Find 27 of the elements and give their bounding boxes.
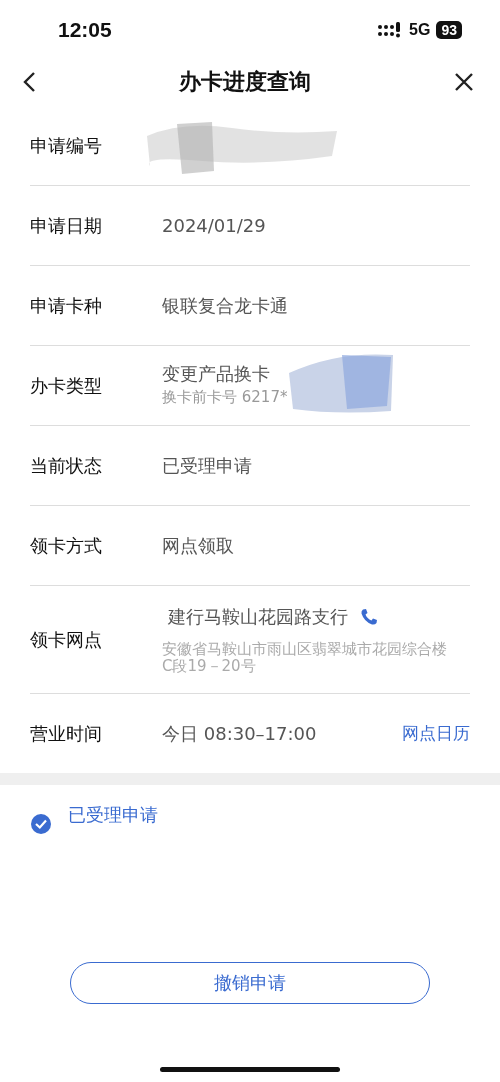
field-label: 申请卡种: [30, 293, 103, 318]
field-label: 领卡网点: [30, 627, 103, 652]
field-value: 今日 08:30–17:00: [162, 721, 317, 746]
status-time: 12:05: [58, 18, 112, 42]
branch-name: 建行马鞍山花园路支行: [168, 604, 348, 629]
field-label: 申请编号: [30, 133, 103, 158]
cancel-application-button[interactable]: 撤销申请: [70, 962, 430, 1004]
field-value: 变更产品换卡: [162, 361, 271, 386]
battery-level: 93: [436, 21, 462, 39]
field-label: 当前状态: [30, 453, 103, 478]
branch-calendar-link[interactable]: 网点日历: [402, 722, 470, 745]
branch-address: 安徽省马鞍山市雨山区翡翠城市花园综合楼C段19－20号: [162, 640, 448, 675]
close-icon[interactable]: [454, 72, 474, 92]
page-title: 办卡进度查询: [179, 68, 311, 96]
field-value: 已受理申请: [162, 453, 253, 478]
field-value: 银联复合龙卡通: [162, 293, 289, 318]
field-note: 换卡前卡号 6217*: [162, 388, 288, 407]
back-icon[interactable]: [22, 71, 36, 93]
field-value: 2024/01/29: [162, 215, 267, 236]
field-value: 网点领取: [162, 533, 235, 558]
step-label: 已受理申请: [68, 803, 158, 827]
field-label: 办卡类型: [30, 373, 103, 398]
network-label: 5G: [409, 21, 431, 39]
field-label: 营业时间: [30, 721, 103, 746]
field-label: 领卡方式: [30, 533, 103, 558]
phone-icon[interactable]: [360, 607, 378, 626]
field-label: 申请日期: [30, 213, 103, 238]
